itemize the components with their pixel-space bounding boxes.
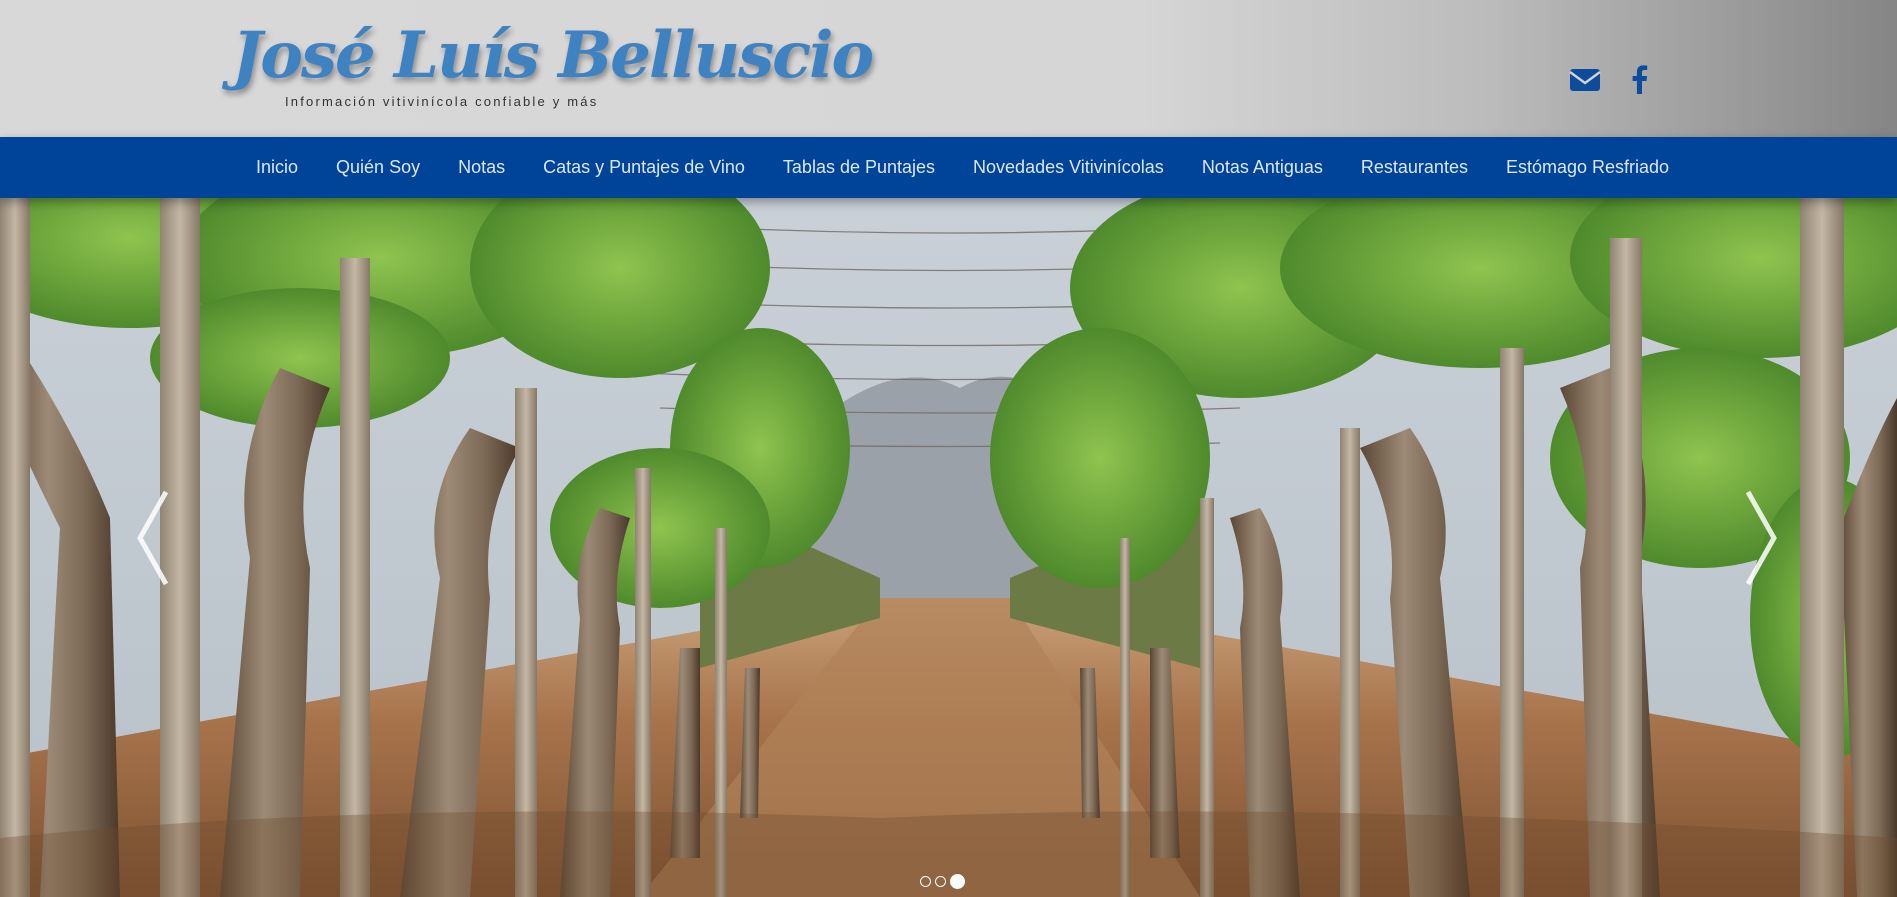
nav-item-novedades-vitivinicolas[interactable]: Novedades Vitivinícolas (954, 157, 1183, 178)
nav-item-catas-y-puntajes[interactable]: Catas y Puntajes de Vino (524, 157, 764, 178)
hero-carousel (0, 198, 1897, 897)
logo-title: José Luís Belluscio (232, 18, 874, 93)
facebook-icon[interactable] (1628, 60, 1650, 100)
vineyard-slide-image (0, 198, 1897, 897)
nav-item-inicio[interactable]: Inicio (237, 157, 317, 178)
main-nav: Inicio Quién Soy Notas Catas y Puntajes … (0, 137, 1897, 198)
envelope-icon[interactable] (1569, 60, 1601, 100)
site-logo[interactable]: José Luís Belluscio Información vitiviní… (232, 18, 874, 118)
nav-list: Inicio Quién Soy Notas Catas y Puntajes … (237, 137, 1688, 198)
nav-item-notas-antiguas[interactable]: Notas Antiguas (1183, 157, 1342, 178)
carousel-dot-1[interactable] (920, 876, 931, 887)
chevron-right-icon[interactable] (1740, 488, 1782, 588)
nav-item-estomago-resfriado[interactable]: Estómago Resfriado (1487, 157, 1688, 178)
carousel-indicators (920, 874, 965, 890)
site-header: José Luís Belluscio Información vitiviní… (0, 0, 1897, 137)
chevron-left-icon[interactable] (132, 488, 174, 588)
carousel-dot-2[interactable] (935, 876, 946, 887)
nav-item-notas[interactable]: Notas (439, 157, 524, 178)
nav-item-quien-soy[interactable]: Quién Soy (317, 157, 439, 178)
nav-item-restaurantes[interactable]: Restaurantes (1342, 157, 1487, 178)
nav-item-tablas-de-puntajes[interactable]: Tablas de Puntajes (764, 157, 954, 178)
carousel-dot-3[interactable] (950, 874, 965, 889)
logo-tagline: Información vitivinícola confiable y más (285, 94, 599, 109)
